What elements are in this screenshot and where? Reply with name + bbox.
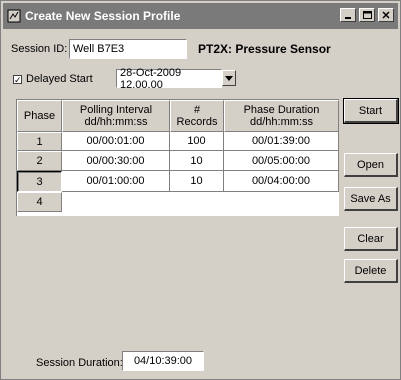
header-polling-interval: Polling Interval dd/hh:mm:ss: [62, 100, 170, 132]
device-label: PT2X: Pressure Sensor: [198, 42, 331, 56]
session-duration-label: Session Duration:: [36, 357, 123, 369]
save-as-button[interactable]: Save As: [344, 187, 398, 211]
delayed-start-label: Delayed Start: [26, 73, 93, 85]
phase-duration-cell: 00/01:39:00: [224, 132, 339, 151]
close-icon[interactable]: [378, 8, 394, 22]
polling-interval-cell[interactable]: 00/01:00:00: [62, 171, 170, 192]
session-id-input[interactable]: Well B7E3: [69, 39, 187, 59]
start-button[interactable]: Start: [343, 98, 399, 124]
delete-button[interactable]: Delete: [344, 259, 398, 283]
session-duration-value: 04/10:39:00: [122, 351, 204, 371]
phase-duration-cell: 00/04:00:00: [224, 171, 339, 192]
header-records: # Records: [170, 100, 224, 132]
delayed-start-datetime[interactable]: 28-Oct-2009 12.00.00: [116, 67, 222, 91]
open-button[interactable]: Open: [344, 153, 398, 177]
records-cell[interactable]: 100: [170, 132, 224, 151]
phase-duration-cell: 00/05:00:00: [224, 151, 339, 171]
title-bar[interactable]: Create New Session Profile: [3, 3, 398, 29]
session-profile-window: Create New Session Profile Session ID: W…: [0, 0, 401, 380]
minimize-icon[interactable]: [340, 8, 356, 22]
chevron-down-icon: [225, 75, 233, 81]
records-cell[interactable]: 10: [170, 151, 224, 171]
clear-button[interactable]: Clear: [344, 227, 398, 251]
polling-interval-cell[interactable]: 00/00:30:00: [62, 151, 170, 171]
header-phase-duration: Phase Duration dd/hh:mm:ss: [224, 100, 339, 132]
row-header-phase[interactable]: 2: [17, 151, 62, 171]
maximize-icon[interactable]: [359, 8, 375, 22]
row-header-phase[interactable]: 4: [17, 192, 62, 212]
phase-grid[interactable]: Phase Polling Interval dd/hh:mm:ss # Recor…: [16, 99, 339, 216]
header-phase: Phase: [17, 100, 62, 132]
row-header-phase[interactable]: 1: [17, 132, 62, 151]
window-title: Create New Session Profile: [25, 9, 181, 23]
records-cell[interactable]: 10: [170, 171, 224, 192]
polling-interval-cell[interactable]: 00/00:01:00: [62, 132, 170, 151]
datetime-dropdown-button[interactable]: [222, 70, 236, 86]
delayed-start-checkbox[interactable]: ✓: [13, 75, 22, 85]
app-icon: [7, 9, 21, 23]
session-id-label: Session ID:: [11, 43, 68, 55]
row-header-phase[interactable]: 3: [17, 171, 62, 192]
